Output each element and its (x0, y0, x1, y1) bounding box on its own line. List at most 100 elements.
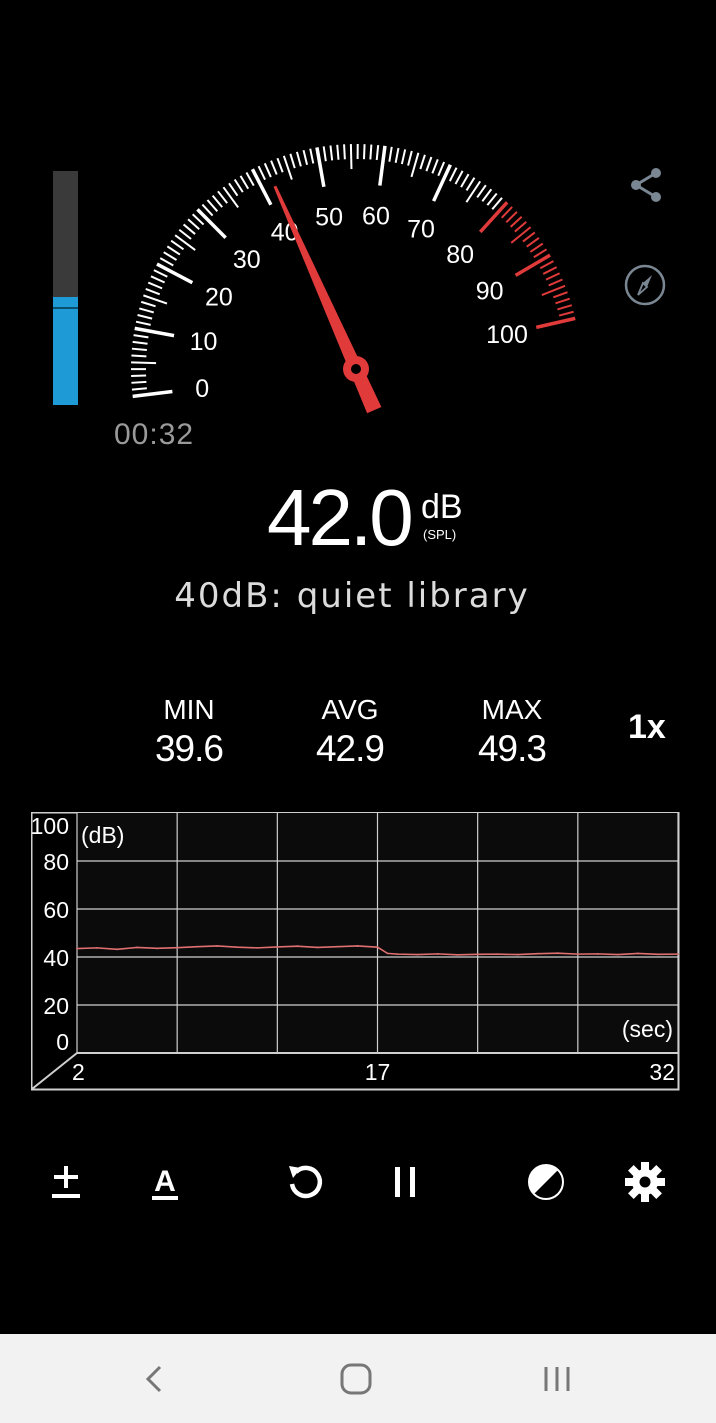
chart-y-tick: 0 (56, 1029, 69, 1055)
chart-point (396, 953, 399, 956)
level-bar (53, 171, 78, 405)
gauge-tick (150, 275, 166, 284)
stat-max-value: 49.3 (477, 728, 547, 769)
chart-point (456, 953, 459, 956)
gauge-tick (282, 155, 293, 180)
gauge-tick (170, 239, 185, 251)
chart-point (156, 947, 159, 950)
gauge-tick (369, 144, 373, 160)
gauge-tick (276, 157, 284, 173)
gauge-label: 70 (407, 215, 435, 243)
chart-point (436, 952, 439, 955)
gauge-tick (400, 149, 407, 165)
pause-icon[interactable] (381, 1158, 429, 1206)
home-icon[interactable] (338, 1362, 374, 1396)
chart-point (76, 947, 78, 950)
gauge-tick (509, 216, 523, 228)
chart-point (136, 946, 138, 949)
gauge-label: 50 (315, 203, 343, 231)
gauge-label: 30 (233, 246, 261, 274)
chart-y-tick: 40 (43, 945, 69, 971)
recent-apps-icon[interactable] (539, 1364, 575, 1394)
gauge-tick (309, 148, 315, 164)
chart-point (96, 946, 98, 949)
back-icon[interactable] (140, 1364, 170, 1394)
chart-y-tick: 80 (43, 849, 69, 875)
chart-point (536, 952, 539, 955)
gauge-tick (239, 175, 250, 190)
share-icon[interactable] (626, 165, 666, 205)
chart-y-tick: 20 (43, 993, 69, 1019)
chart-point (496, 953, 499, 956)
chart-point (236, 946, 239, 949)
gauge-tick (329, 145, 334, 161)
gauge-tick (131, 361, 157, 365)
chart-y-tick: 100 (31, 813, 69, 839)
chart-point (176, 946, 179, 949)
gauge-tick (217, 190, 228, 204)
chart-point (376, 946, 379, 949)
chart-x-tick: 32 (649, 1059, 675, 1085)
gauge-label: 20 (205, 284, 233, 312)
gauge-tick (388, 146, 393, 162)
gauge-tick (145, 288, 161, 296)
stat-min-label: MIN (163, 694, 215, 725)
gauge-label: 10 (190, 328, 218, 356)
plus-minus-icon[interactable] (42, 1158, 90, 1206)
gauge-tick (533, 248, 548, 259)
gauge-tick (322, 146, 327, 162)
chart-point (116, 948, 118, 951)
stat-avg-label: AVG (321, 694, 379, 725)
gauge-tick (431, 159, 439, 174)
compass-icon[interactable] (623, 263, 667, 307)
gauge-tick (425, 156, 433, 172)
gauge-tick (206, 199, 219, 212)
stat-min: MIN 39.6 (119, 694, 259, 770)
gauge-tick (295, 151, 302, 167)
gauge-tick (343, 144, 346, 160)
gauge-label: 0 (195, 375, 209, 403)
contrast-icon[interactable] (522, 1158, 570, 1206)
gauge-tick (548, 278, 563, 287)
gauge-tick (211, 194, 223, 208)
gauge-tick (174, 234, 196, 251)
gauge-tick (545, 272, 561, 281)
gauge-tick (448, 167, 458, 182)
gauge-tick (407, 150, 413, 166)
gauge-tick (302, 149, 309, 166)
chart-point (316, 946, 319, 949)
gauge-tick (535, 316, 576, 330)
stat-avg-value: 42.9 (315, 728, 385, 769)
chart-point (336, 945, 339, 948)
chart-point (276, 946, 279, 948)
reset-icon[interactable] (282, 1158, 330, 1206)
gauge-tick (555, 297, 571, 305)
gauge-tick (131, 354, 147, 358)
chart-x-tick: 2 (72, 1059, 85, 1085)
chart-point (356, 945, 359, 947)
gauge-tick (233, 178, 244, 193)
gauge-tick (529, 242, 544, 253)
gauge-tick (510, 226, 532, 244)
gauge-label: 90 (476, 278, 504, 306)
gauge-tick (539, 260, 554, 270)
text-format-icon[interactable]: A (141, 1158, 189, 1206)
gauge-tick (558, 310, 574, 317)
gauge-tick (270, 160, 278, 175)
speed-button[interactable]: 1x (628, 708, 666, 747)
stat-avg: AVG 42.9 (280, 694, 420, 770)
gauge-tick (437, 161, 446, 177)
gauge-tick (465, 180, 482, 203)
gauge-label: 80 (446, 241, 474, 269)
chart-point (617, 953, 619, 956)
gauge-tick (222, 186, 239, 208)
gauge-tick (481, 188, 493, 202)
gauge-tick (460, 173, 470, 188)
gauge-tick (132, 389, 173, 399)
level-bar-peak-mark (53, 307, 78, 310)
chart-x-axis-label: (sec) (622, 1016, 673, 1042)
gauge-tick (394, 147, 400, 163)
gear-icon[interactable] (621, 1158, 669, 1206)
chart-point (516, 953, 519, 956)
gauge-tick (139, 307, 155, 314)
